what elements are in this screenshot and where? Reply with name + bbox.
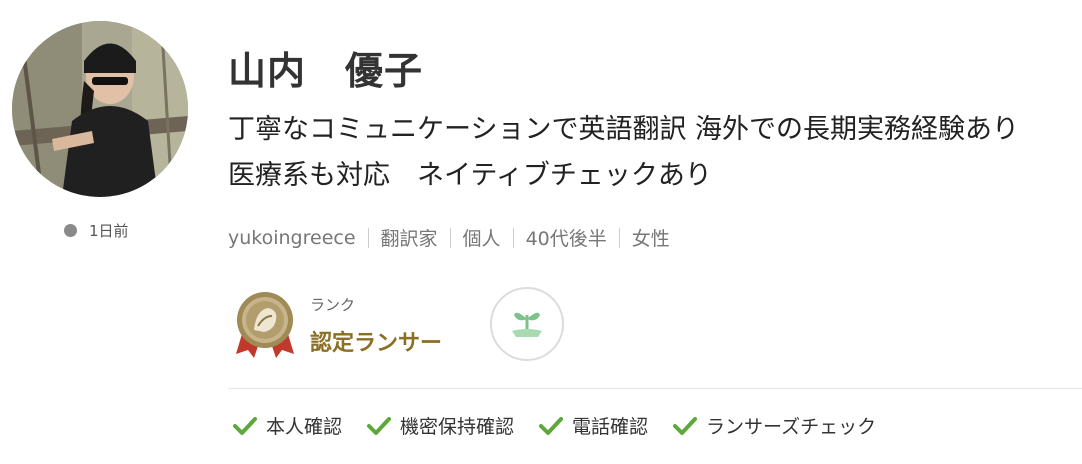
- meta-divider: [512, 227, 514, 248]
- section-divider: [228, 388, 1082, 389]
- verification-label: 機密保持確認: [400, 416, 515, 438]
- verification-item: 電話確認: [538, 412, 648, 439]
- avatar: [12, 21, 188, 197]
- gender-text: 女性: [631, 228, 670, 250]
- verification-label: 本人確認: [266, 416, 343, 438]
- check-icon: [673, 416, 698, 435]
- rank-text: ランク 認定ランサー: [310, 294, 442, 357]
- rank-caption: ランク: [310, 295, 356, 314]
- type-text: 個人: [462, 228, 501, 250]
- catchphrase: 丁寧なコミュニケーションで英語翻訳 海外での長期実務経験あり 医療系も対応 ネイ…: [228, 107, 1078, 199]
- username-link[interactable]: yukoingreece: [228, 227, 356, 249]
- rank-section[interactable]: ランク 認定ランサー: [234, 290, 442, 360]
- check-icon: [367, 416, 392, 435]
- check-icon: [233, 416, 257, 435]
- verification-label: 電話確認: [572, 416, 649, 438]
- profile-name: 山内 優子: [228, 49, 424, 93]
- occupation-text: 翻訳家: [380, 228, 438, 250]
- profile-meta: yukoingreece 翻訳家 個人 40代後半 女性: [228, 224, 670, 251]
- catchphrase-line-2: 医療系も対応 ネイティブチェックあり: [228, 160, 712, 191]
- sprout-hand-icon[interactable]: [490, 287, 564, 361]
- meta-divider: [449, 227, 451, 248]
- online-status: 1日前: [64, 220, 129, 241]
- verification-item: 機密保持確認: [366, 412, 514, 439]
- meta-divider: [367, 227, 369, 248]
- verification-item: 本人確認: [232, 412, 342, 439]
- verification-item: ランサーズチェック: [672, 412, 876, 439]
- meta-divider: [618, 227, 620, 248]
- last-active-text: 1日前: [89, 222, 129, 240]
- age-text: 40代後半: [525, 228, 607, 250]
- catchphrase-line-1: 丁寧なコミュニケーションで英語翻訳 海外での長期実務経験あり: [228, 114, 1020, 145]
- certified-lancer-badge-icon: [234, 290, 296, 360]
- verification-list: 本人確認 機密保持確認 電話確認 ランサーズチェック: [232, 412, 900, 439]
- rank-name: 認定ランサー: [310, 330, 443, 356]
- verification-label: ランサーズチェック: [706, 416, 877, 438]
- check-icon: [539, 416, 564, 435]
- status-dot-icon: [64, 224, 77, 237]
